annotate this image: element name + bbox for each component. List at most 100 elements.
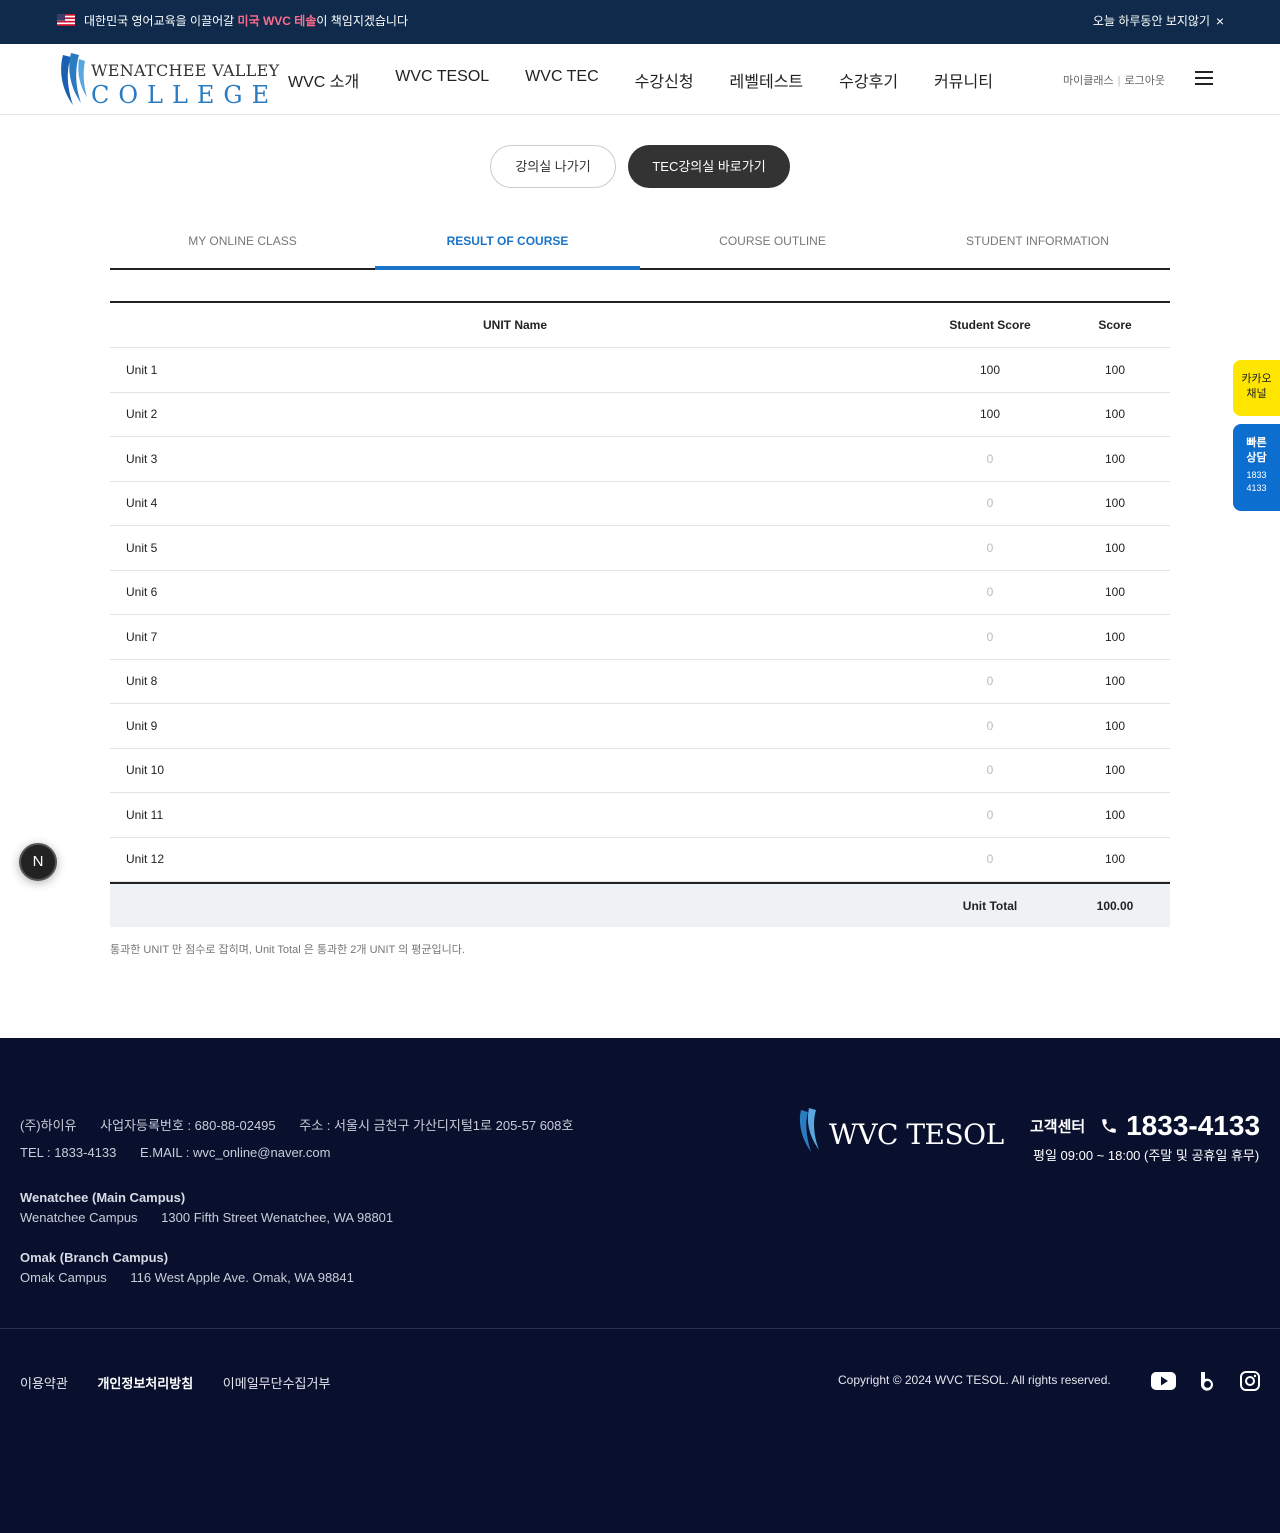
table-row: Unit 7 0 100 xyxy=(110,615,1170,660)
unit-name: Unit 7 xyxy=(126,629,158,644)
exit-classroom-button[interactable]: 강의실 나가기 xyxy=(490,145,616,188)
table-total-row: Unit Total 100.00 xyxy=(110,882,1170,927)
table-row: Unit 10 0 100 xyxy=(110,749,1170,793)
site-footer: (주)하이유 사업자등록번호 : 680-88-02495 주소 : 서울시 금… xyxy=(0,1038,1280,1533)
banner-message: 대한민국 영어교육을 이끌어갈 미국 WVC 테솔이 책임지겠습니다 xyxy=(84,14,409,28)
n-badge-icon[interactable]: N xyxy=(19,843,57,881)
table-row: Unit 3 0 100 xyxy=(110,437,1170,482)
score: 100 xyxy=(1104,763,1126,778)
logo-line2: COLLEGE xyxy=(91,81,279,109)
privacy-link[interactable]: 개인정보처리방침 xyxy=(97,1376,193,1391)
score-note: 통과한 UNIT 만 점수로 잡히며, Unit Total 은 통과한 2개 … xyxy=(110,944,465,956)
branch-campus-info: Omak Campus 116 West Apple Ave. Omak, WA… xyxy=(20,1270,374,1285)
quick-number: 1833 4133 xyxy=(1246,470,1267,493)
table-row: Unit 6 0 100 xyxy=(110,571,1170,615)
footer-tel: TEL : 1833-4133 xyxy=(20,1145,117,1160)
unit-name: Unit 4 xyxy=(126,496,158,511)
unit-name: Unit 1 xyxy=(126,362,158,377)
score: 100 xyxy=(1104,496,1126,511)
nav-item-tesol[interactable]: WVC TESOL xyxy=(395,68,489,92)
unit-name: Unit 10 xyxy=(126,763,165,778)
my-class-link[interactable]: 마이클래스 xyxy=(1063,75,1114,87)
phone-icon xyxy=(1101,1119,1116,1133)
footer-logo-text: WVC TESOL xyxy=(829,1118,1004,1151)
table-row: Unit 11 0 100 xyxy=(110,793,1170,838)
unit-total-label: Unit Total xyxy=(962,898,1018,913)
nav-item-reviews[interactable]: 수강후기 xyxy=(839,68,898,92)
score: 100 xyxy=(1104,362,1126,377)
nav-item-tec[interactable]: WVC TEC xyxy=(525,68,598,92)
instagram-icon[interactable] xyxy=(1240,1370,1260,1392)
youtube-icon[interactable] xyxy=(1151,1370,1176,1392)
nav-item-enroll[interactable]: 수강신청 xyxy=(635,68,694,92)
footer-logo[interactable]: WVC TESOL xyxy=(797,1106,1004,1156)
table-row: Unit 4 0 100 xyxy=(110,482,1170,526)
main-nav: WVC 소개 WVC TESOL WVC TEC 수강신청 레벨테스트 수강후기… xyxy=(288,68,993,92)
table-row: Unit 12 0 100 xyxy=(110,838,1170,882)
business-number: 사업자등록번호 : 680-88-02495 xyxy=(100,1118,276,1133)
top-banner: 대한민국 영어교육을 이끌어갈 미국 WVC 테솔이 책임지겠습니다 오늘 하루… xyxy=(0,0,1280,44)
footer-divider xyxy=(0,1328,1280,1329)
unit-name: Unit 5 xyxy=(126,540,158,555)
menu-icon[interactable] xyxy=(1195,71,1213,85)
wave-logo-icon xyxy=(61,53,87,105)
close-today-link[interactable]: 오늘 하루동안 보지않기 xyxy=(1093,14,1210,29)
footer-email: E.MAIL : wvc_online@naver.com xyxy=(140,1145,331,1160)
unit-name: Unit 2 xyxy=(126,407,158,422)
copyright: Copyright © 2024 WVC TESOL. All rights r… xyxy=(838,1373,1111,1387)
main-campus-address: 1300 Fifth Street Wenatchee, WA 98801 xyxy=(161,1210,394,1225)
footer-links: 이용약관 개인정보처리방침 이메일무단수집거부 xyxy=(20,1373,356,1392)
quick-consult-button[interactable]: 빠른 상담 1833 4133 xyxy=(1233,424,1280,511)
student-score: 0 xyxy=(986,496,994,511)
kakao-channel-button[interactable]: 카카오 채널 xyxy=(1233,360,1280,416)
score: 100 xyxy=(1104,674,1126,689)
main-campus-name: Wenatchee Campus xyxy=(20,1210,138,1225)
cs-phone[interactable]: 1833-4133 xyxy=(1126,1110,1260,1141)
result-table: UNIT Name Student Score Score Unit 1 100 1… xyxy=(110,301,1170,927)
site-header: WENATCHEE VALLEY COLLEGE WVC 소개 WVC TESO… xyxy=(0,44,1280,115)
student-score: 0 xyxy=(986,718,994,733)
student-score: 0 xyxy=(986,852,994,867)
student-score: 0 xyxy=(986,674,994,689)
student-score: 0 xyxy=(986,451,994,466)
tab-my-online-class[interactable]: MY ONLINE CLASS xyxy=(110,214,375,268)
unit-name: Unit 11 xyxy=(126,807,164,822)
logout-link[interactable]: 로그아웃 xyxy=(1124,75,1164,87)
main-campus-title: Wenatchee (Main Campus) xyxy=(20,1190,186,1205)
student-score: 0 xyxy=(986,540,994,555)
kakao-label-1: 카카오 xyxy=(1241,373,1272,385)
college-logo[interactable]: WENATCHEE VALLEY COLLEGE xyxy=(57,51,279,109)
student-score: 0 xyxy=(986,629,994,644)
table-row: Unit 1 100 100 xyxy=(110,348,1170,393)
score: 100 xyxy=(1104,807,1126,822)
tec-classroom-button[interactable]: TEC강의실 바로가기 xyxy=(628,145,790,188)
table-row: Unit 8 0 100 xyxy=(110,660,1170,704)
student-score: 0 xyxy=(986,585,994,600)
student-score: 100 xyxy=(979,407,1001,422)
nav-item-community[interactable]: 커뮤니티 xyxy=(934,68,993,92)
blog-icon[interactable] xyxy=(1200,1370,1216,1392)
tab-result-of-course[interactable]: RESULT OF COURSE xyxy=(375,214,640,270)
tab-course-outline[interactable]: COURSE OUTLINE xyxy=(640,214,905,268)
branch-campus-address: 116 West Apple Ave. Omak, WA 98841 xyxy=(130,1270,354,1285)
user-links: 마이클래스 | 로그아웃 xyxy=(1063,72,1165,88)
contact-info: TEL : 1833-4133 E.MAIL : wvc_online@nave… xyxy=(20,1145,350,1160)
branch-campus-name: Omak Campus xyxy=(20,1270,107,1285)
nav-item-about[interactable]: WVC 소개 xyxy=(288,68,359,92)
unit-name: Unit 8 xyxy=(126,674,158,689)
kakao-label-2: 채널 xyxy=(1246,388,1267,400)
nav-item-level-test[interactable]: 레벨테스트 xyxy=(730,68,804,92)
cs-label: 고객센터 xyxy=(1030,1118,1086,1136)
unit-name: Unit 9 xyxy=(126,718,158,733)
terms-link[interactable]: 이용약관 xyxy=(20,1376,68,1391)
tab-student-information[interactable]: STUDENT INFORMATION xyxy=(905,214,1170,268)
email-refusal-link[interactable]: 이메일무단수집거부 xyxy=(223,1376,331,1391)
table-row: Unit 5 0 100 xyxy=(110,526,1170,571)
close-icon[interactable]: × xyxy=(1216,12,1224,30)
us-flag-icon xyxy=(57,14,75,26)
table-row: Unit 2 100 100 xyxy=(110,393,1170,437)
quick-label-1: 빠른 xyxy=(1246,437,1267,449)
course-tabs: MY ONLINE CLASS RESULT OF COURSE COURSE … xyxy=(110,214,1170,270)
unit-name: Unit 3 xyxy=(126,451,158,466)
main-campus-info: Wenatchee Campus 1300 Fifth Street Wenat… xyxy=(20,1210,413,1225)
